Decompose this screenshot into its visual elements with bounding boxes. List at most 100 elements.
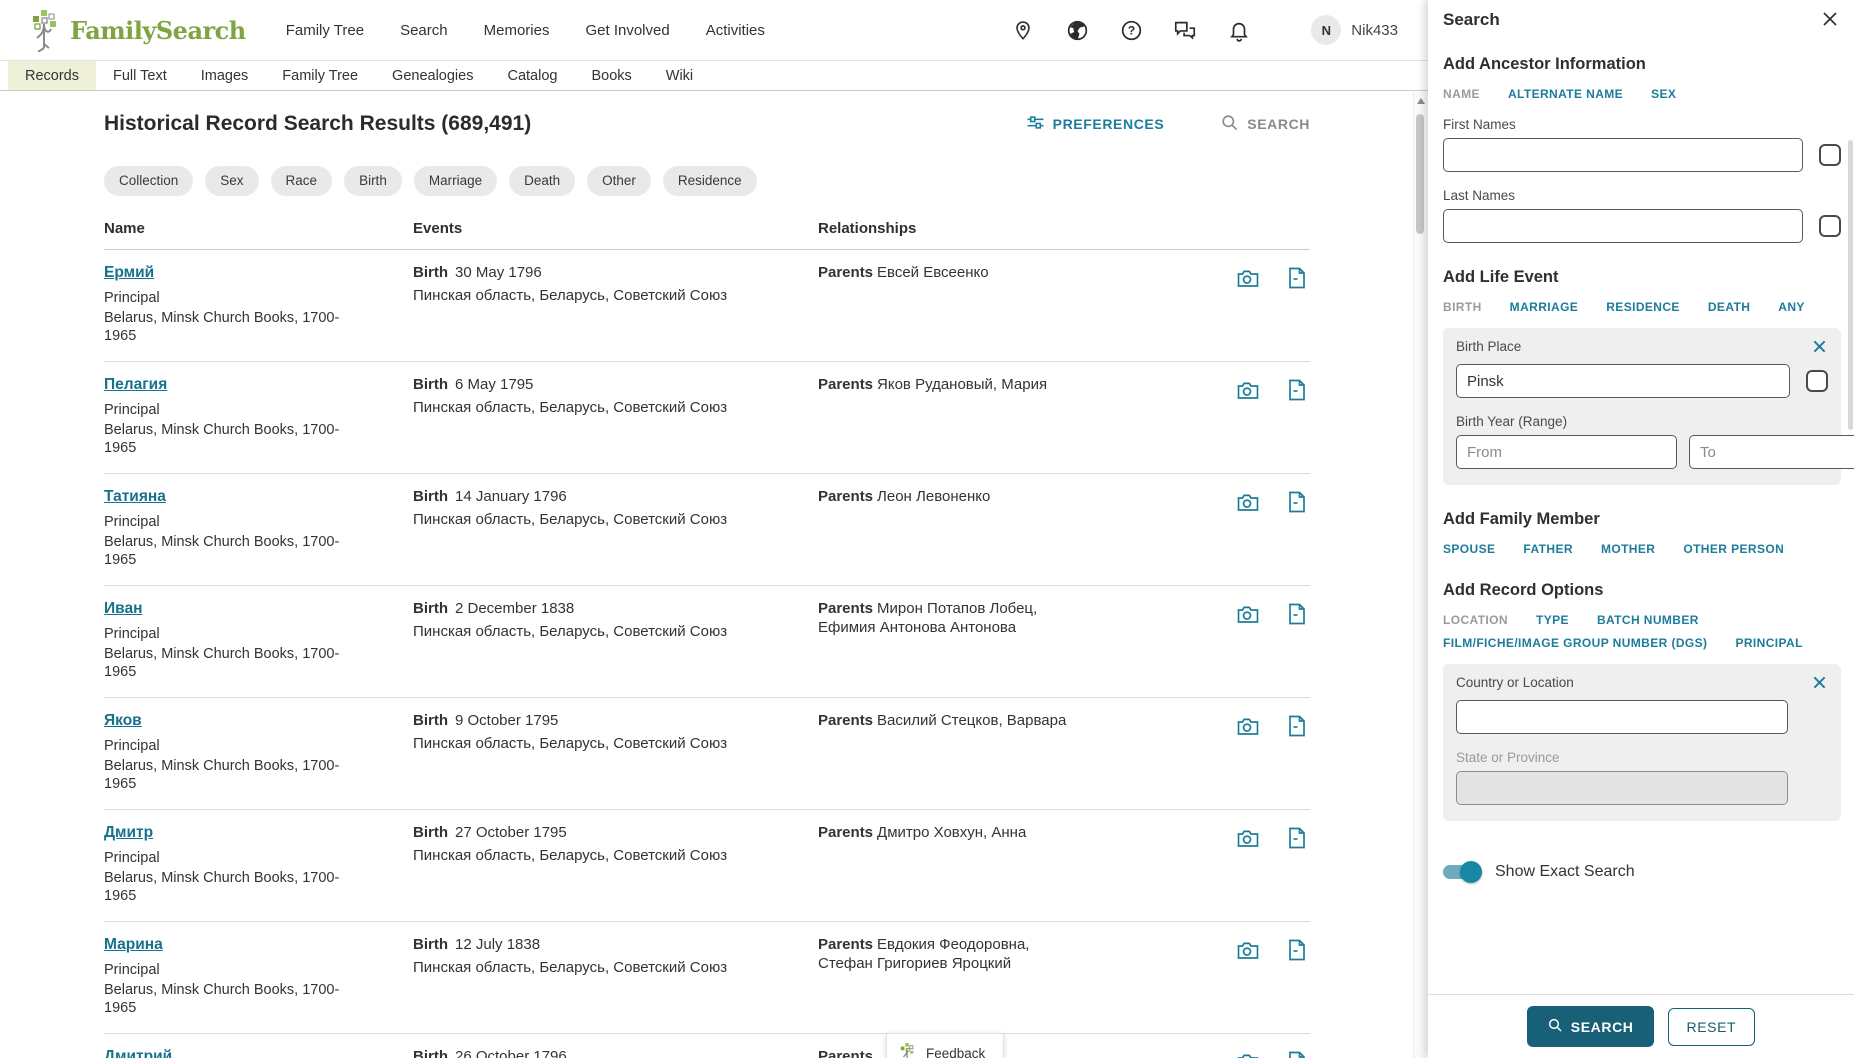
globe-icon[interactable]: [1065, 18, 1089, 42]
filter-chip[interactable]: Residence: [663, 166, 757, 196]
ancestor-option-link[interactable]: ALTERNATE NAME: [1508, 87, 1623, 101]
document-icon[interactable]: [1286, 714, 1310, 738]
main-scrollbar-thumb[interactable]: [1416, 114, 1424, 234]
subnav-tab[interactable]: Family Tree: [265, 61, 375, 90]
first-names-input[interactable]: [1443, 138, 1803, 172]
messages-icon[interactable]: [1173, 18, 1197, 42]
filter-chip[interactable]: Other: [587, 166, 651, 196]
record-option-link[interactable]: LOCATION: [1443, 613, 1508, 627]
country-input[interactable]: [1456, 700, 1788, 734]
birth-panel-close-icon[interactable]: [1812, 339, 1828, 355]
record-name-link[interactable]: Ермий: [104, 264, 154, 281]
primary-nav-link[interactable]: Memories: [484, 22, 550, 39]
document-icon[interactable]: [1286, 938, 1310, 962]
filter-chip[interactable]: Death: [509, 166, 575, 196]
event-place: Пинская область, Беларусь, Советский Сою…: [413, 287, 788, 305]
location-panel-close-icon[interactable]: [1812, 675, 1828, 691]
filter-chip[interactable]: Marriage: [414, 166, 497, 196]
subnav-tab[interactable]: Genealogies: [375, 61, 490, 90]
camera-icon[interactable]: [1236, 826, 1260, 850]
birth-year-to-input[interactable]: [1689, 435, 1854, 469]
sidebar-reset-button[interactable]: RESET: [1668, 1008, 1756, 1046]
feedback-button[interactable]: Feedback: [886, 1033, 1004, 1058]
document-icon[interactable]: [1286, 1050, 1310, 1058]
life-event-option-link[interactable]: RESIDENCE: [1606, 300, 1680, 314]
main-scrollbar[interactable]: [1413, 92, 1426, 1058]
primary-nav-link[interactable]: Get Involved: [585, 22, 669, 39]
first-names-exact-checkbox[interactable]: [1819, 144, 1841, 166]
top-header: FamilySearch Family Tree Search Memories…: [0, 0, 1428, 60]
subnav-tab[interactable]: Wiki: [649, 61, 710, 90]
life-event-option-link[interactable]: DEATH: [1708, 300, 1750, 314]
life-event-option-link[interactable]: ANY: [1778, 300, 1805, 314]
scroll-up-arrow[interactable]: [1417, 98, 1425, 104]
camera-icon[interactable]: [1236, 490, 1260, 514]
sidebar-scrollbar-thumb[interactable]: [1848, 140, 1853, 430]
user-menu[interactable]: N Nik433: [1311, 15, 1398, 45]
life-event-option-link[interactable]: BIRTH: [1443, 300, 1482, 314]
close-icon[interactable]: [1821, 10, 1841, 30]
relationship-label: Parents: [818, 712, 873, 729]
record-name-link[interactable]: Яков: [104, 712, 142, 729]
primary-nav-link[interactable]: Activities: [706, 22, 765, 39]
results-search-button[interactable]: SEARCH: [1220, 113, 1310, 135]
ancestor-option-link[interactable]: SEX: [1651, 87, 1676, 101]
record-name-link[interactable]: Иван: [104, 600, 142, 617]
document-icon[interactable]: [1286, 378, 1310, 402]
avatar: N: [1311, 15, 1341, 45]
preferences-button[interactable]: PREFERENCES: [1026, 113, 1165, 135]
family-member-option-link[interactable]: SPOUSE: [1443, 542, 1495, 556]
birth-year-from-input[interactable]: [1456, 435, 1677, 469]
family-member-option-link[interactable]: OTHER PERSON: [1683, 542, 1784, 556]
exact-search-toggle[interactable]: [1443, 865, 1479, 879]
subnav-tab[interactable]: Full Text: [96, 61, 184, 90]
subnav-tab[interactable]: Books: [574, 61, 648, 90]
notifications-icon[interactable]: [1227, 18, 1251, 42]
event-label: Birth: [413, 376, 448, 393]
camera-icon[interactable]: [1236, 938, 1260, 962]
last-names-exact-checkbox[interactable]: [1819, 215, 1841, 237]
record-collection: Belarus, Minsk Church Books, 1700-1965: [104, 981, 353, 1017]
location-pin-icon[interactable]: [1011, 18, 1035, 42]
camera-icon[interactable]: [1236, 266, 1260, 290]
record-name-link[interactable]: Татияна: [104, 488, 166, 505]
primary-nav-link[interactable]: Family Tree: [286, 22, 364, 39]
state-input[interactable]: [1456, 771, 1788, 805]
record-name-link[interactable]: Пелагия: [104, 376, 167, 393]
camera-icon[interactable]: [1236, 1050, 1260, 1058]
event-date: 14 January 1796: [455, 488, 567, 505]
record-option-link[interactable]: BATCH NUMBER: [1597, 613, 1699, 627]
sidebar-search-button[interactable]: SEARCH: [1527, 1006, 1654, 1047]
camera-icon[interactable]: [1236, 602, 1260, 626]
record-name-link[interactable]: Дмитрий: [104, 1048, 172, 1058]
last-names-input[interactable]: [1443, 209, 1803, 243]
help-icon[interactable]: ?: [1119, 18, 1143, 42]
username: Nik433: [1351, 22, 1398, 39]
record-option-link[interactable]: TYPE: [1536, 613, 1569, 627]
record-option-link[interactable]: FILM/FICHE/IMAGE GROUP NUMBER (DGS): [1443, 636, 1707, 650]
camera-icon[interactable]: [1236, 714, 1260, 738]
familysearch-logo[interactable]: FamilySearch: [26, 8, 246, 52]
birth-place-exact-checkbox[interactable]: [1806, 370, 1828, 392]
subnav-tab[interactable]: Catalog: [490, 61, 574, 90]
filter-chip[interactable]: Race: [271, 166, 333, 196]
record-name-link[interactable]: Марина: [104, 936, 163, 953]
subnav-tab[interactable]: Records: [8, 61, 96, 90]
document-icon[interactable]: [1286, 490, 1310, 514]
family-member-option-link[interactable]: FATHER: [1523, 542, 1573, 556]
record-name-link[interactable]: Дмитр: [104, 824, 153, 841]
family-member-option-link[interactable]: MOTHER: [1601, 542, 1655, 556]
document-icon[interactable]: [1286, 266, 1310, 290]
record-option-link[interactable]: PRINCIPAL: [1735, 636, 1802, 650]
camera-icon[interactable]: [1236, 378, 1260, 402]
filter-chip[interactable]: Birth: [344, 166, 402, 196]
birth-place-input[interactable]: [1456, 364, 1790, 398]
filter-chip[interactable]: Sex: [205, 166, 258, 196]
document-icon[interactable]: [1286, 602, 1310, 626]
ancestor-option-link[interactable]: NAME: [1443, 87, 1480, 101]
subnav-tab[interactable]: Images: [184, 61, 266, 90]
life-event-option-link[interactable]: MARRIAGE: [1510, 300, 1579, 314]
filter-chip[interactable]: Collection: [104, 166, 193, 196]
primary-nav-link[interactable]: Search: [400, 22, 448, 39]
document-icon[interactable]: [1286, 826, 1310, 850]
